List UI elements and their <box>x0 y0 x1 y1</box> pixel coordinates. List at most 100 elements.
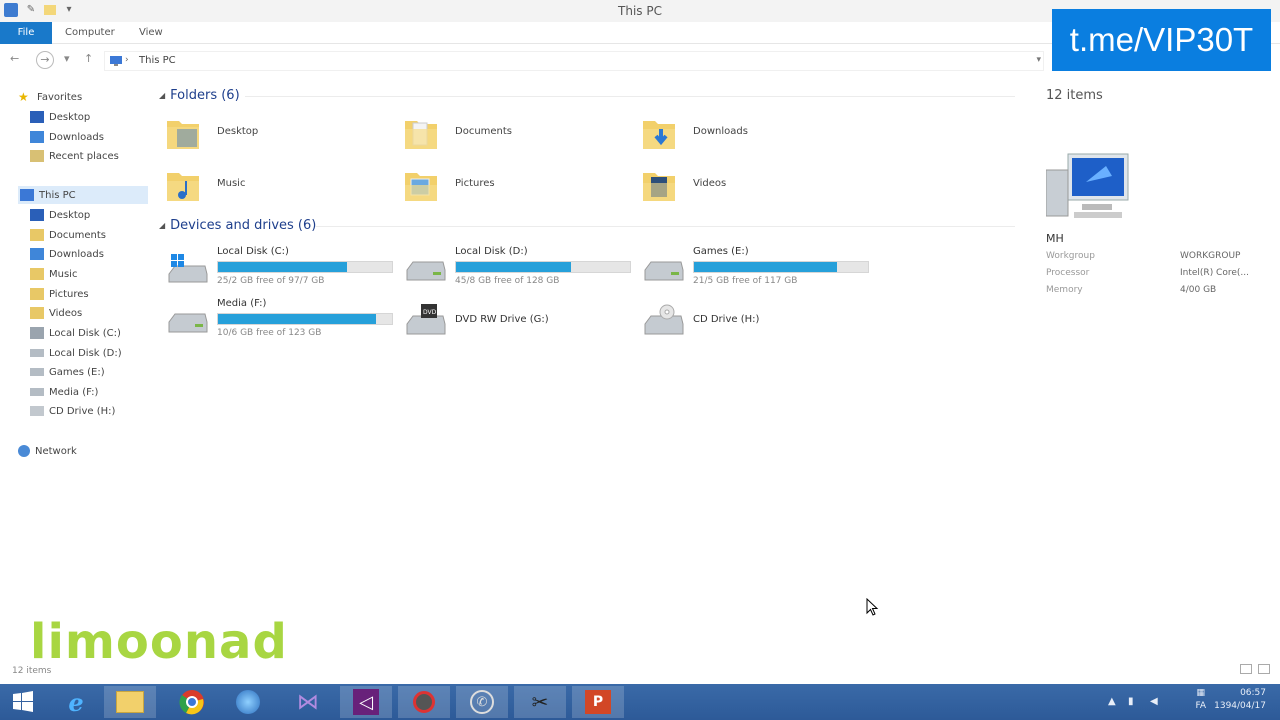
taskbar-globe-app[interactable] <box>222 686 274 718</box>
up-icon[interactable]: ↑ <box>84 52 93 65</box>
drive-tile-c[interactable]: Local Disk (C:) 25/2 GB free of 97/7 GB <box>155 244 393 292</box>
drive-free-space: 10/6 GB free of 123 GB <box>217 328 322 338</box>
drive-usage-bar <box>693 261 869 273</box>
taskbar-powerpoint[interactable]: P <box>572 686 624 718</box>
drive-tile-e[interactable]: Games (E:) 21/5 GB free of 117 GB <box>631 244 869 292</box>
sidebar-item-desktop-fav[interactable]: Desktop <box>30 108 90 126</box>
sidebar-item-music[interactable]: Music <box>30 265 77 283</box>
folder-tile-videos[interactable]: Videos <box>631 163 861 211</box>
folder-tile-pictures[interactable]: Pictures <box>393 163 623 211</box>
large-icons-view-icon[interactable] <box>1258 664 1270 674</box>
sidebar-item-documents[interactable]: Documents <box>30 226 106 244</box>
drive-name: Local Disk (D:) <box>455 246 528 257</box>
group-divider <box>245 96 1015 97</box>
desktop-icon <box>30 111 44 123</box>
item-count: 12 items <box>1046 88 1103 103</box>
computer-icon <box>1046 153 1129 218</box>
folder-tile-downloads[interactable]: Downloads <box>631 111 861 159</box>
drive-tile-d[interactable]: Local Disk (D:) 45/8 GB free of 128 GB <box>393 244 631 292</box>
sidebar-item-pictures[interactable]: Pictures <box>30 285 89 303</box>
drive-usage-bar <box>217 261 393 273</box>
sidebar-item-downloads[interactable]: Downloads <box>30 245 104 263</box>
pictures-folder-icon <box>405 173 437 201</box>
sidebar-item-media-f[interactable]: Media (F:) <box>30 383 98 401</box>
taskbar-internet-explorer[interactable]: e <box>50 686 102 718</box>
tab-view[interactable]: View <box>129 22 173 44</box>
detail-key: Processor <box>1046 268 1090 278</box>
sidebar-item-games-e[interactable]: Games (E:) <box>30 363 105 381</box>
clock[interactable]: 06:57 1394/04/17 <box>1214 687 1266 713</box>
language-indicator[interactable]: ▦ FA <box>1195 687 1206 713</box>
drive-tile-g[interactable]: DVD DVD RW Drive (G:) <box>393 296 623 344</box>
sidebar-item-label: Downloads <box>49 248 104 260</box>
start-button[interactable] <box>0 686 46 718</box>
breadcrumb-chevron-icon: › <box>125 55 129 65</box>
recent-places-icon <box>30 150 44 162</box>
folder-tile-documents[interactable]: Documents <box>393 111 623 159</box>
tab-file[interactable]: File <box>0 22 52 44</box>
taskbar-visual-studio[interactable]: ◁ <box>340 686 392 718</box>
limoonad-watermark-logo: limoonad <box>30 614 288 670</box>
pictures-folder-icon <box>30 288 44 300</box>
show-hidden-icons-icon[interactable]: ▲ <box>1108 696 1116 707</box>
system-tray: ▲ ▮ ◀ ▦ FA 06:57 1394/04/17 <box>1080 684 1280 720</box>
detail-key: Workgroup <box>1046 251 1095 261</box>
clock-date: 1394/04/17 <box>1214 701 1266 711</box>
sidebar-this-pc[interactable]: This PC <box>18 186 148 204</box>
downloads-folder-icon <box>30 248 44 260</box>
hard-drive-icon <box>644 261 684 281</box>
clock-time: 06:57 <box>1240 688 1266 698</box>
sidebar-item-local-disk-d[interactable]: Local Disk (D:) <box>30 344 122 362</box>
downloads-folder-icon <box>30 131 44 143</box>
folder-name: Desktop <box>217 126 259 137</box>
telegram-watermark: t.me/VIP30T <box>1052 9 1271 71</box>
sidebar-item-downloads-fav[interactable]: Downloads <box>30 128 104 146</box>
taskbar-chrome[interactable] <box>166 686 218 718</box>
folder-tile-music[interactable]: Music <box>155 163 385 211</box>
globe-icon <box>236 690 260 714</box>
visual-studio-icon: ⋈ <box>297 689 319 715</box>
network-status-icon[interactable]: ▮ <box>1128 696 1134 707</box>
taskbar-viber[interactable]: ✆ <box>456 686 508 718</box>
collapse-triangle-icon[interactable]: ◢ <box>159 91 165 100</box>
folder-name: Music <box>217 178 246 189</box>
collapse-triangle-icon[interactable]: ◢ <box>159 221 165 230</box>
taskbar-tool-app[interactable]: ✂ <box>514 686 566 718</box>
folders-group-title: Folders (6) <box>170 88 240 103</box>
music-folder-icon <box>30 268 44 280</box>
hard-drive-icon <box>406 261 446 281</box>
address-bar[interactable]: › This PC ▾ <box>104 51 1044 71</box>
sidebar-favorites[interactable]: ★ Favorites <box>18 88 82 106</box>
sidebar-item-label: This PC <box>39 189 76 201</box>
forward-icon[interactable]: → <box>36 51 54 69</box>
drive-tile-f[interactable]: Media (F:) 10/6 GB free of 123 GB <box>155 296 393 344</box>
back-icon[interactable]: ← <box>10 52 19 65</box>
drive-free-space: 45/8 GB free of 128 GB <box>455 276 560 286</box>
taskbar-file-explorer[interactable] <box>104 686 156 718</box>
hard-drive-icon <box>30 388 44 396</box>
folder-tile-desktop[interactable]: Desktop <box>155 111 385 159</box>
visual-studio-icon: ◁ <box>353 689 379 715</box>
windows-drive-icon <box>168 254 208 283</box>
folders-group-header[interactable]: ◢ Folders (6) <box>159 88 240 103</box>
sidebar-network[interactable]: Network <box>18 442 77 460</box>
sidebar-item-recent-places[interactable]: Recent places <box>30 147 119 165</box>
details-view-icon[interactable] <box>1240 664 1252 674</box>
sidebar-item-local-disk-c[interactable]: Local Disk (C:) <box>30 324 121 342</box>
devices-group-header[interactable]: ◢ Devices and drives (6) <box>159 218 316 233</box>
sidebar-item-cd-drive-h[interactable]: CD Drive (H:) <box>30 402 115 420</box>
address-dropdown-icon[interactable]: ▾ <box>1036 55 1041 65</box>
tab-computer[interactable]: Computer <box>55 22 125 44</box>
recent-locations-icon[interactable]: ▾ <box>64 52 70 65</box>
cd-drive-icon <box>644 304 684 335</box>
breadcrumb-this-pc[interactable]: This PC <box>139 55 176 66</box>
chrome-icon <box>179 690 204 715</box>
taskbar-visual-studio-old[interactable]: ⋈ <box>282 686 334 718</box>
sidebar-item-desktop[interactable]: Desktop <box>30 206 90 224</box>
powerpoint-icon: P <box>585 690 611 714</box>
detail-value: WORKGROUP <box>1180 251 1241 261</box>
volume-icon[interactable]: ◀ <box>1150 696 1158 707</box>
sidebar-item-videos[interactable]: Videos <box>30 304 82 322</box>
drive-tile-h[interactable]: CD Drive (H:) <box>631 296 861 344</box>
taskbar-app-gear[interactable] <box>398 686 450 718</box>
